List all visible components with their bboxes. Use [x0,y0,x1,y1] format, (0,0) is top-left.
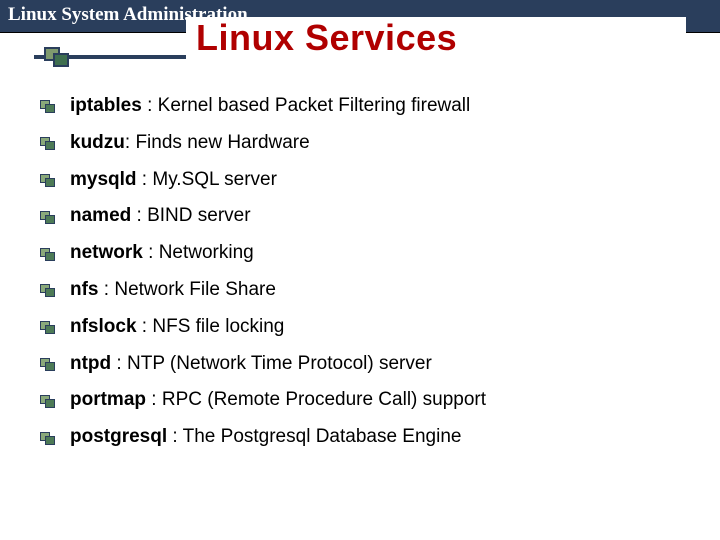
list-item: nfs : Network File Share [40,279,720,302]
square-bullet-icon [40,211,56,223]
list-item: iptables : Kernel based Packet Filtering… [40,95,720,118]
list-item: kudzu: Finds new Hardware [40,132,720,155]
square-bullet-icon [40,137,56,149]
service-desc: : Networking [143,242,254,263]
square-bullet-icon [40,174,56,186]
list-item: ntpd : NTP (Network Time Protocol) serve… [40,353,720,376]
service-name: ntpd [70,353,111,374]
service-name: iptables [70,95,142,116]
service-name: named [70,205,131,226]
service-name: nfslock [70,316,137,337]
list-item: portmap : RPC (Remote Procedure Call) su… [40,389,720,412]
service-desc: : Finds new Hardware [125,132,310,153]
title-bullet-icon [44,47,70,65]
service-name: nfs [70,279,99,300]
service-name: portmap [70,389,146,410]
service-desc: : The Postgresql Database Engine [167,426,461,447]
service-desc: : My.SQL server [137,169,277,190]
service-desc: : Kernel based Packet Filtering firewall [142,95,470,116]
services-list: iptables : Kernel based Packet Filtering… [40,95,720,449]
square-bullet-icon [40,248,56,260]
square-bullet-icon [40,358,56,370]
list-item: postgresql : The Postgresql Database Eng… [40,426,720,449]
service-name: postgresql [70,426,167,447]
square-bullet-icon [40,284,56,296]
service-desc: : NFS file locking [137,316,285,337]
list-item: nfslock : NFS file locking [40,316,720,339]
service-desc: : NTP (Network Time Protocol) server [111,353,432,374]
square-bullet-icon [40,395,56,407]
service-name: network [70,242,143,263]
service-name: mysqld [70,169,137,190]
square-bullet-icon [40,100,56,112]
square-bullet-icon [40,432,56,444]
service-desc: : Network File Share [99,279,276,300]
service-desc: : RPC (Remote Procedure Call) support [146,389,486,410]
service-name: kudzu [70,132,125,153]
service-desc: : BIND server [131,205,250,226]
slide-title: Linux Services [186,17,686,63]
list-item: mysqld : My.SQL server [40,169,720,192]
square-bullet-icon [40,321,56,333]
title-area: Linux Services [0,55,720,59]
list-item: named : BIND server [40,205,720,228]
list-item: network : Networking [40,242,720,265]
